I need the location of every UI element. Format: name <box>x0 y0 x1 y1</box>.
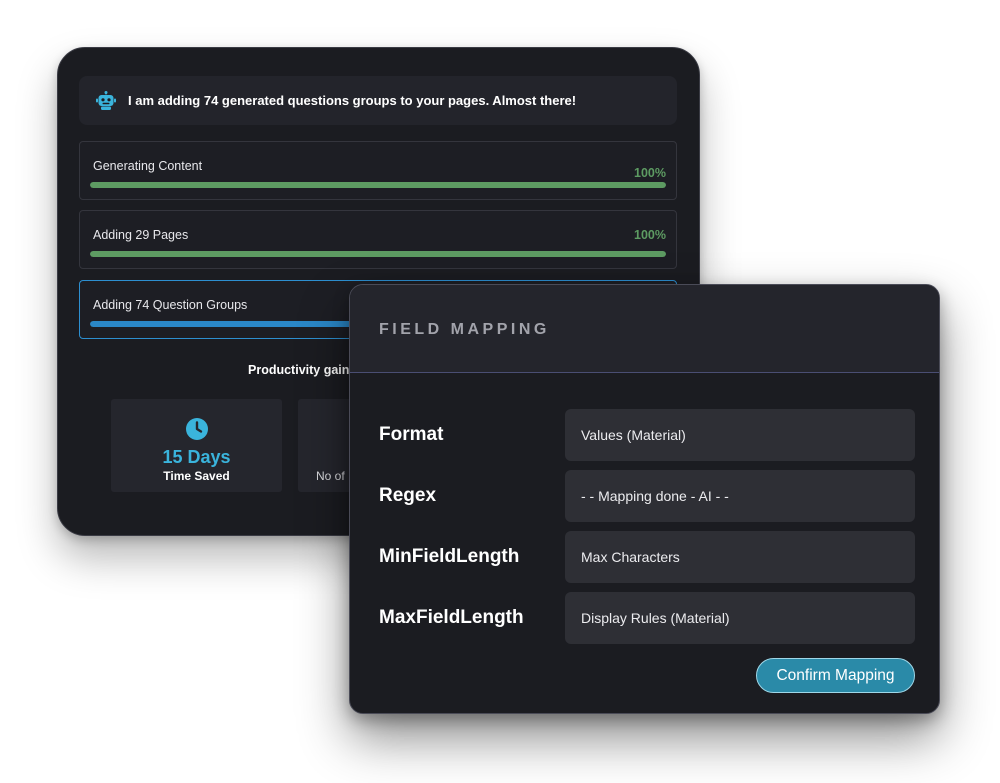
progress-label: Generating Content <box>93 159 203 173</box>
stat-label: Time Saved <box>163 469 230 483</box>
progress-item-adding-pages: Adding 29 Pages 100% <box>79 210 677 269</box>
field-mapping-dialog: FIELD MAPPING Format Values (Material) R… <box>349 284 940 714</box>
progress-item-generating-content: Generating Content 100% <box>79 141 677 200</box>
ai-status-message: I am adding 74 generated questions group… <box>128 93 577 108</box>
mapping-select-regex[interactable]: - - Mapping done - AI - - <box>565 470 915 522</box>
progress-percent: 100% <box>634 166 666 180</box>
field-mapping-header: FIELD MAPPING <box>350 285 939 373</box>
mapping-select-max-field-length[interactable]: Display Rules (Material) <box>565 592 915 644</box>
field-label-regex: Regex <box>379 485 437 506</box>
progress-label: Adding 74 Question Groups <box>93 298 248 312</box>
mapping-select-min-field-length[interactable]: Max Characters <box>565 531 915 583</box>
stat-card-time-saved: 15 Days Time Saved <box>111 399 282 492</box>
progress-label: Adding 29 Pages <box>93 228 189 242</box>
progress-fill <box>90 251 666 257</box>
robot-icon <box>96 90 116 110</box>
field-label-max-field-length: MaxFieldLength <box>379 607 524 628</box>
field-label-min-field-length: MinFieldLength <box>379 546 520 567</box>
progress-fill <box>90 182 666 188</box>
stat-value: 15 Days <box>162 447 231 467</box>
clock-icon <box>186 418 208 440</box>
progress-fill <box>90 321 378 327</box>
mapping-select-format[interactable]: Values (Material) <box>565 409 915 461</box>
progress-track <box>90 182 666 188</box>
progress-percent: 100% <box>634 228 666 242</box>
confirm-mapping-button[interactable]: Confirm Mapping <box>756 658 915 693</box>
productivity-gains-title: Productivity gains <box>248 363 357 377</box>
progress-track <box>90 251 666 257</box>
field-label-format: Format <box>379 424 444 445</box>
field-mapping-title: FIELD MAPPING <box>379 321 550 338</box>
ai-status-banner: I am adding 74 generated questions group… <box>79 76 677 125</box>
